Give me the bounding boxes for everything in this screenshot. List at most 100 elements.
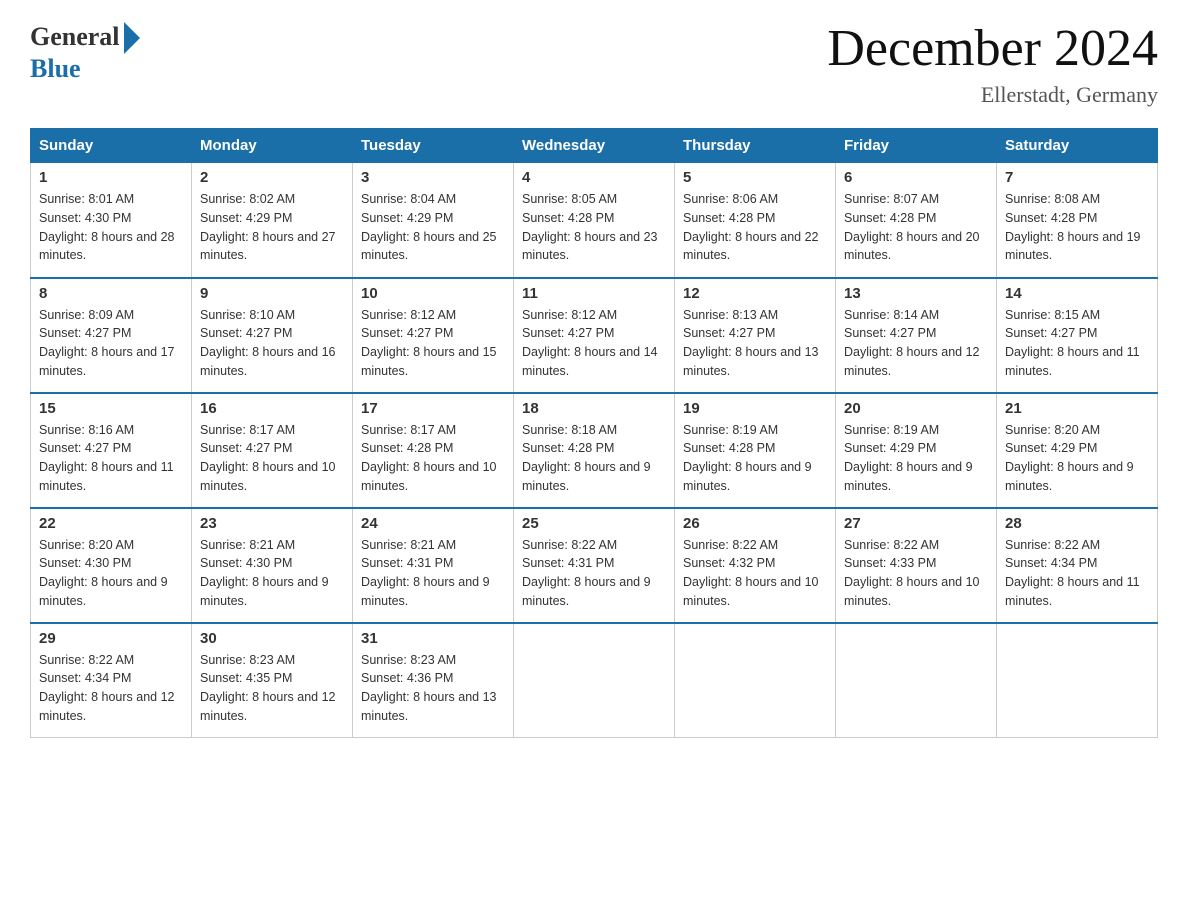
- week-row-4: 22 Sunrise: 8:20 AMSunset: 4:30 PMDaylig…: [31, 508, 1158, 623]
- day-info: Sunrise: 8:22 AMSunset: 4:32 PMDaylight:…: [683, 538, 819, 608]
- day-cell: 27 Sunrise: 8:22 AMSunset: 4:33 PMDaylig…: [836, 508, 997, 623]
- day-cell: 3 Sunrise: 8:04 AMSunset: 4:29 PMDayligh…: [353, 163, 514, 278]
- day-cell: 2 Sunrise: 8:02 AMSunset: 4:29 PMDayligh…: [192, 163, 353, 278]
- day-number: 3: [361, 169, 505, 186]
- day-info: Sunrise: 8:16 AMSunset: 4:27 PMDaylight:…: [39, 423, 174, 493]
- day-cell: [836, 623, 997, 738]
- day-info: Sunrise: 8:06 AMSunset: 4:28 PMDaylight:…: [683, 192, 819, 262]
- day-cell: 8 Sunrise: 8:09 AMSunset: 4:27 PMDayligh…: [31, 278, 192, 393]
- week-row-1: 1 Sunrise: 8:01 AMSunset: 4:30 PMDayligh…: [31, 163, 1158, 278]
- day-info: Sunrise: 8:10 AMSunset: 4:27 PMDaylight:…: [200, 308, 336, 378]
- day-info: Sunrise: 8:19 AMSunset: 4:29 PMDaylight:…: [844, 423, 973, 493]
- header-wednesday: Wednesday: [514, 129, 675, 163]
- day-info: Sunrise: 8:12 AMSunset: 4:27 PMDaylight:…: [361, 308, 497, 378]
- day-cell: 16 Sunrise: 8:17 AMSunset: 4:27 PMDaylig…: [192, 393, 353, 508]
- day-cell: 29 Sunrise: 8:22 AMSunset: 4:34 PMDaylig…: [31, 623, 192, 738]
- header-thursday: Thursday: [675, 129, 836, 163]
- day-number: 13: [844, 285, 988, 302]
- day-number: 19: [683, 400, 827, 417]
- day-cell: 17 Sunrise: 8:17 AMSunset: 4:28 PMDaylig…: [353, 393, 514, 508]
- day-number: 25: [522, 515, 666, 532]
- day-info: Sunrise: 8:23 AMSunset: 4:35 PMDaylight:…: [200, 653, 336, 723]
- day-number: 4: [522, 169, 666, 186]
- day-number: 17: [361, 400, 505, 417]
- day-info: Sunrise: 8:01 AMSunset: 4:30 PMDaylight:…: [39, 192, 175, 262]
- day-number: 21: [1005, 400, 1149, 417]
- page-header: General Blue December 2024 Ellerstadt, G…: [30, 20, 1158, 108]
- day-cell: 6 Sunrise: 8:07 AMSunset: 4:28 PMDayligh…: [836, 163, 997, 278]
- day-number: 22: [39, 515, 183, 532]
- day-number: 6: [844, 169, 988, 186]
- day-number: 18: [522, 400, 666, 417]
- day-cell: [675, 623, 836, 738]
- day-info: Sunrise: 8:21 AMSunset: 4:30 PMDaylight:…: [200, 538, 329, 608]
- day-info: Sunrise: 8:13 AMSunset: 4:27 PMDaylight:…: [683, 308, 819, 378]
- day-number: 8: [39, 285, 183, 302]
- day-info: Sunrise: 8:23 AMSunset: 4:36 PMDaylight:…: [361, 653, 497, 723]
- day-info: Sunrise: 8:17 AMSunset: 4:28 PMDaylight:…: [361, 423, 497, 493]
- logo-general-text: General: [30, 22, 120, 52]
- day-cell: 28 Sunrise: 8:22 AMSunset: 4:34 PMDaylig…: [997, 508, 1158, 623]
- day-info: Sunrise: 8:20 AMSunset: 4:29 PMDaylight:…: [1005, 423, 1134, 493]
- day-number: 23: [200, 515, 344, 532]
- day-number: 12: [683, 285, 827, 302]
- day-info: Sunrise: 8:12 AMSunset: 4:27 PMDaylight:…: [522, 308, 658, 378]
- day-cell: 9 Sunrise: 8:10 AMSunset: 4:27 PMDayligh…: [192, 278, 353, 393]
- day-info: Sunrise: 8:17 AMSunset: 4:27 PMDaylight:…: [200, 423, 336, 493]
- logo: General Blue: [30, 20, 140, 84]
- header-saturday: Saturday: [997, 129, 1158, 163]
- day-number: 1: [39, 169, 183, 186]
- header-sunday: Sunday: [31, 129, 192, 163]
- day-info: Sunrise: 8:15 AMSunset: 4:27 PMDaylight:…: [1005, 308, 1140, 378]
- day-cell: 15 Sunrise: 8:16 AMSunset: 4:27 PMDaylig…: [31, 393, 192, 508]
- day-number: 20: [844, 400, 988, 417]
- calendar-header-row: SundayMondayTuesdayWednesdayThursdayFrid…: [31, 129, 1158, 163]
- day-cell: 24 Sunrise: 8:21 AMSunset: 4:31 PMDaylig…: [353, 508, 514, 623]
- week-row-2: 8 Sunrise: 8:09 AMSunset: 4:27 PMDayligh…: [31, 278, 1158, 393]
- calendar-title: December 2024: [827, 20, 1158, 77]
- day-number: 9: [200, 285, 344, 302]
- day-info: Sunrise: 8:18 AMSunset: 4:28 PMDaylight:…: [522, 423, 651, 493]
- day-cell: 23 Sunrise: 8:21 AMSunset: 4:30 PMDaylig…: [192, 508, 353, 623]
- day-number: 31: [361, 630, 505, 647]
- day-info: Sunrise: 8:08 AMSunset: 4:28 PMDaylight:…: [1005, 192, 1141, 262]
- day-cell: 30 Sunrise: 8:23 AMSunset: 4:35 PMDaylig…: [192, 623, 353, 738]
- day-cell: 25 Sunrise: 8:22 AMSunset: 4:31 PMDaylig…: [514, 508, 675, 623]
- day-cell: 7 Sunrise: 8:08 AMSunset: 4:28 PMDayligh…: [997, 163, 1158, 278]
- day-number: 24: [361, 515, 505, 532]
- day-cell: 14 Sunrise: 8:15 AMSunset: 4:27 PMDaylig…: [997, 278, 1158, 393]
- day-number: 10: [361, 285, 505, 302]
- day-info: Sunrise: 8:04 AMSunset: 4:29 PMDaylight:…: [361, 192, 497, 262]
- day-info: Sunrise: 8:20 AMSunset: 4:30 PMDaylight:…: [39, 538, 168, 608]
- day-cell: 4 Sunrise: 8:05 AMSunset: 4:28 PMDayligh…: [514, 163, 675, 278]
- day-info: Sunrise: 8:19 AMSunset: 4:28 PMDaylight:…: [683, 423, 812, 493]
- week-row-3: 15 Sunrise: 8:16 AMSunset: 4:27 PMDaylig…: [31, 393, 1158, 508]
- day-cell: 12 Sunrise: 8:13 AMSunset: 4:27 PMDaylig…: [675, 278, 836, 393]
- day-info: Sunrise: 8:07 AMSunset: 4:28 PMDaylight:…: [844, 192, 980, 262]
- day-number: 15: [39, 400, 183, 417]
- day-number: 11: [522, 285, 666, 302]
- day-info: Sunrise: 8:22 AMSunset: 4:31 PMDaylight:…: [522, 538, 651, 608]
- day-cell: 31 Sunrise: 8:23 AMSunset: 4:36 PMDaylig…: [353, 623, 514, 738]
- day-info: Sunrise: 8:09 AMSunset: 4:27 PMDaylight:…: [39, 308, 175, 378]
- day-cell: [997, 623, 1158, 738]
- day-number: 27: [844, 515, 988, 532]
- day-number: 26: [683, 515, 827, 532]
- day-cell: 21 Sunrise: 8:20 AMSunset: 4:29 PMDaylig…: [997, 393, 1158, 508]
- day-info: Sunrise: 8:22 AMSunset: 4:34 PMDaylight:…: [39, 653, 175, 723]
- day-number: 28: [1005, 515, 1149, 532]
- day-info: Sunrise: 8:22 AMSunset: 4:34 PMDaylight:…: [1005, 538, 1140, 608]
- day-number: 5: [683, 169, 827, 186]
- day-number: 14: [1005, 285, 1149, 302]
- day-cell: 19 Sunrise: 8:19 AMSunset: 4:28 PMDaylig…: [675, 393, 836, 508]
- day-info: Sunrise: 8:14 AMSunset: 4:27 PMDaylight:…: [844, 308, 980, 378]
- day-cell: 10 Sunrise: 8:12 AMSunset: 4:27 PMDaylig…: [353, 278, 514, 393]
- logo-triangle-icon: [124, 22, 140, 54]
- header-tuesday: Tuesday: [353, 129, 514, 163]
- day-cell: 20 Sunrise: 8:19 AMSunset: 4:29 PMDaylig…: [836, 393, 997, 508]
- day-cell: 13 Sunrise: 8:14 AMSunset: 4:27 PMDaylig…: [836, 278, 997, 393]
- day-cell: 26 Sunrise: 8:22 AMSunset: 4:32 PMDaylig…: [675, 508, 836, 623]
- title-area: December 2024 Ellerstadt, Germany: [827, 20, 1158, 108]
- day-number: 7: [1005, 169, 1149, 186]
- day-cell: 11 Sunrise: 8:12 AMSunset: 4:27 PMDaylig…: [514, 278, 675, 393]
